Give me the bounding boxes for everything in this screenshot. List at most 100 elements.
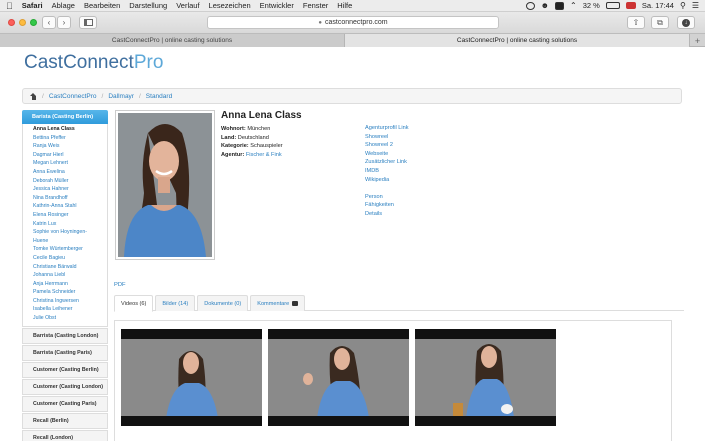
menu-bearbeiten[interactable]: Bearbeiten bbox=[84, 1, 120, 10]
list-item[interactable]: Christiane Bärwald bbox=[23, 263, 107, 272]
list-item[interactable]: Sophie von Hoyningen- bbox=[23, 228, 107, 237]
breadcrumb-dallmayr[interactable]: Dallmayr bbox=[108, 93, 134, 100]
close-window-button[interactable] bbox=[8, 19, 15, 26]
sync-icon[interactable] bbox=[525, 1, 535, 10]
list-item[interactable]: Kathrin-Anna Stahl bbox=[23, 202, 107, 211]
clock[interactable]: Sa. 17:44 bbox=[642, 1, 674, 10]
sidebar-group[interactable]: Barrista (Casting Paris) bbox=[22, 344, 108, 361]
list-item[interactable]: Anna Ewelina bbox=[23, 168, 107, 177]
sidebar-group[interactable]: Customer (Casting Paris) bbox=[22, 395, 108, 412]
sidebar-group[interactable]: Customer (Casting Berlin) bbox=[22, 361, 108, 378]
list-item[interactable]: Jessica Hahner bbox=[23, 185, 107, 194]
back-button[interactable]: ‹ bbox=[42, 16, 56, 29]
list-item[interactable]: Nina Brandhoff bbox=[23, 194, 107, 203]
list-item[interactable]: Dagmar Hierl bbox=[23, 151, 107, 160]
link-details[interactable]: Details bbox=[365, 210, 409, 219]
tabs-overview-button[interactable]: ⧉ bbox=[651, 16, 669, 29]
forward-button[interactable]: › bbox=[57, 16, 71, 29]
downloads-button[interactable]: ↓ bbox=[677, 16, 695, 29]
sidebar-group[interactable]: Recall (London) bbox=[22, 429, 108, 441]
minimize-window-button[interactable] bbox=[19, 19, 26, 26]
list-item[interactable]: Julie Obst bbox=[23, 314, 107, 323]
plus-icon: + bbox=[694, 35, 701, 46]
video-letterbox bbox=[121, 416, 262, 426]
list-item[interactable]: Isabella Leihener bbox=[23, 305, 107, 314]
sidebar-toggle-button[interactable] bbox=[79, 16, 97, 29]
link-agenturprofil[interactable]: Agenturprofil Link bbox=[365, 124, 409, 133]
logo-main: CastConnect bbox=[24, 52, 134, 73]
list-item[interactable]: Anja Herrmann bbox=[23, 280, 107, 289]
link-person[interactable]: Person bbox=[365, 193, 409, 202]
link-zusaetzlicher[interactable]: Zusätzlicher Link bbox=[365, 158, 409, 167]
breadcrumb-standard[interactable]: Standard bbox=[146, 93, 172, 100]
spotlight-icon[interactable]: ⚲ bbox=[680, 1, 686, 10]
profile-photo[interactable] bbox=[115, 110, 215, 260]
menu-app[interactable]: Safari bbox=[22, 1, 43, 10]
zoom-window-button[interactable] bbox=[30, 19, 37, 26]
sidebar-group[interactable]: Customer (Casting London) bbox=[22, 378, 108, 395]
menu-fenster[interactable]: Fenster bbox=[303, 1, 328, 10]
sidebar-group-active[interactable]: Barista (Casting Berlin) bbox=[22, 110, 108, 124]
browser-tab-2[interactable]: CastConnectPro | online casting solution… bbox=[345, 34, 690, 47]
link-webseite[interactable]: Webseite bbox=[365, 150, 409, 159]
list-item[interactable]: Tomke Würtemberger bbox=[23, 245, 107, 254]
list-item[interactable]: Bettina Pfeffer bbox=[23, 134, 107, 143]
video-thumbnail-2[interactable] bbox=[268, 329, 409, 426]
link-faehigkeiten[interactable]: Fähigkeiten bbox=[365, 201, 409, 210]
list-item[interactable]: Deborah Müller bbox=[23, 177, 107, 186]
list-item[interactable]: Pamela Schneider bbox=[23, 288, 107, 297]
apple-icon[interactable]:  bbox=[6, 1, 13, 11]
tabs-icon: ⧉ bbox=[657, 17, 663, 27]
fact-value: Deutschland bbox=[237, 134, 269, 141]
home-icon[interactable] bbox=[30, 92, 37, 100]
link-showreel[interactable]: Showreel bbox=[365, 133, 409, 142]
list-item[interactable]: Cecile Bagieu bbox=[23, 254, 107, 263]
fact-kategorie: Kategorie: Schauspieler bbox=[221, 142, 283, 151]
new-tab-button[interactable]: + bbox=[690, 34, 705, 47]
link-wikipedia[interactable]: Wikipedia bbox=[365, 176, 409, 185]
profile-facts: Wohnort: München Land: Deutschland Kateg… bbox=[221, 125, 283, 159]
menu-entwickler[interactable]: Entwickler bbox=[260, 1, 294, 10]
download-icon: ↓ bbox=[682, 18, 690, 27]
list-item[interactable]: Megan Lehnert bbox=[23, 159, 107, 168]
flag-icon[interactable] bbox=[625, 2, 636, 9]
fact-value: München bbox=[247, 126, 271, 132]
battery-percent[interactable]: 32 % bbox=[583, 1, 600, 10]
list-item[interactable]: Christina Ingwersen bbox=[23, 297, 107, 306]
link-imdb[interactable]: IMDB bbox=[365, 167, 409, 176]
site-logo[interactable]: CastConnectPro bbox=[24, 52, 163, 74]
menu-darstellung[interactable]: Darstellung bbox=[129, 1, 167, 10]
share-button[interactable]: ⇧ bbox=[627, 16, 645, 29]
list-item[interactable]: Ranja Weis bbox=[23, 142, 107, 151]
link-showreel-2[interactable]: Showreel 2 bbox=[365, 141, 409, 150]
video-thumbnail-1[interactable] bbox=[121, 329, 262, 426]
breadcrumb-castconnectpro[interactable]: CastConnectPro bbox=[49, 93, 97, 100]
pdf-link[interactable]: PDF bbox=[114, 282, 126, 288]
tab-videos[interactable]: Videos (6) bbox=[114, 295, 154, 312]
sidebar-group[interactable]: Barrista (Casting London) bbox=[22, 327, 108, 344]
browser-tab-1[interactable]: CastConnectPro | online casting solution… bbox=[0, 34, 345, 47]
address-bar[interactable]: ● castconnectpro.com bbox=[207, 16, 499, 29]
list-item[interactable]: Elena Rosinger bbox=[23, 211, 107, 220]
list-item[interactable]: Katrin Lux bbox=[23, 220, 107, 229]
links-spacer bbox=[365, 184, 409, 193]
tab-dokumente[interactable]: Dokumente (0) bbox=[197, 295, 249, 311]
list-item[interactable]: Anna Lena Class bbox=[23, 125, 107, 134]
script-icon[interactable] bbox=[555, 1, 565, 10]
sidebar-group[interactable]: Recall (Berlin) bbox=[22, 412, 108, 429]
menu-ablage[interactable]: Ablage bbox=[52, 1, 75, 10]
battery-icon[interactable] bbox=[605, 2, 620, 9]
list-item[interactable]: Huene bbox=[23, 237, 107, 246]
tab-bilder[interactable]: Bilder (14) bbox=[155, 295, 196, 311]
wifi-icon[interactable]: ⌃ bbox=[570, 1, 577, 10]
bluetooth-icon[interactable]: ☻ bbox=[541, 1, 549, 10]
menu-lesezeichen[interactable]: Lesezeichen bbox=[209, 1, 251, 10]
tab-kommentare[interactable]: Kommentare bbox=[250, 295, 306, 311]
fact-label: Kategorie: bbox=[221, 143, 249, 149]
menu-list-icon[interactable]: ☰ bbox=[692, 1, 699, 10]
agentur-link[interactable]: Fischer & Fink bbox=[246, 152, 282, 158]
menu-verlauf[interactable]: Verlauf bbox=[176, 1, 199, 10]
video-thumbnail-3[interactable] bbox=[415, 329, 556, 426]
list-item[interactable]: Johanna Liebl bbox=[23, 271, 107, 280]
menu-hilfe[interactable]: Hilfe bbox=[337, 1, 352, 10]
